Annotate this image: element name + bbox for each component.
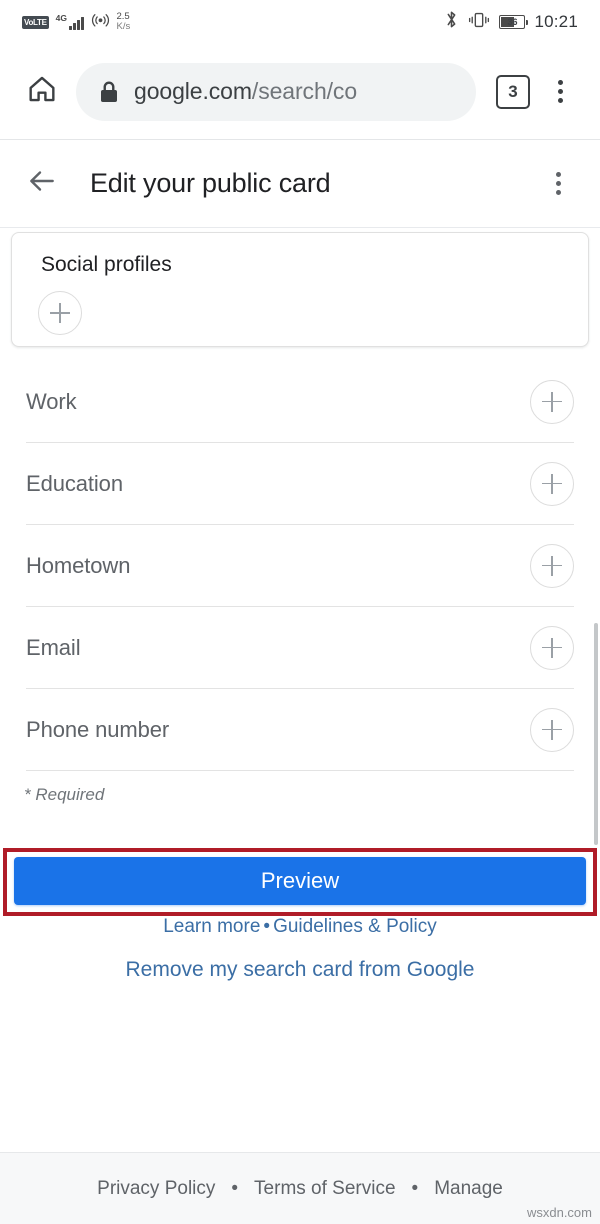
back-arrow-icon	[26, 165, 58, 202]
network-type-label: 4G	[55, 13, 67, 23]
manage-link[interactable]: Manage	[434, 1178, 503, 1200]
preview-button[interactable]: Preview	[14, 857, 586, 905]
plus-icon	[542, 719, 562, 740]
help-links-row: Learn more • Guidelines & Policy	[0, 916, 600, 938]
bluetooth-icon	[444, 10, 459, 34]
status-bar: VoLTE 4G 2.5 K/s 36 10:21	[0, 0, 600, 44]
social-profiles-card: Social profiles	[11, 232, 589, 347]
field-row-hometown[interactable]: Hometown	[26, 525, 574, 607]
add-education-button[interactable]	[530, 461, 574, 506]
plus-icon	[542, 391, 562, 412]
remove-search-card-link[interactable]: Remove my search card from Google	[0, 958, 600, 982]
network-speed-unit: K/s	[116, 21, 131, 32]
home-icon	[25, 72, 59, 111]
field-label: Email	[26, 634, 81, 660]
hotspot-icon	[91, 10, 110, 34]
url-domain: google.com	[134, 78, 252, 104]
field-label: Hometown	[26, 552, 131, 578]
tab-count-label: 3	[508, 81, 518, 101]
form-content: Social profiles Work Education Hometown …	[0, 228, 600, 1152]
field-row-education[interactable]: Education	[26, 443, 574, 525]
privacy-policy-link[interactable]: Privacy Policy	[97, 1178, 215, 1200]
add-phone-number-button[interactable]	[530, 707, 574, 752]
battery-icon: 36	[499, 15, 529, 29]
guidelines-policy-link[interactable]: Guidelines & Policy	[273, 916, 437, 937]
footer-separator: •	[231, 1177, 239, 1199]
footer-separator: •	[411, 1177, 419, 1199]
network-speed-indicator: 2.5 K/s	[117, 12, 131, 32]
add-email-button[interactable]	[530, 625, 574, 670]
required-note: * Required	[24, 785, 105, 804]
status-bar-right: 36 10:21	[444, 10, 578, 34]
field-list: Work Education Hometown Email Phone numb…	[0, 361, 600, 771]
watermark: wsxdn.com	[526, 1205, 592, 1220]
back-button[interactable]	[20, 162, 64, 206]
social-profiles-label: Social profiles	[41, 253, 172, 276]
field-row-phone-number[interactable]: Phone number	[26, 689, 574, 771]
page-footer: Privacy Policy • Terms of Service • Mana…	[0, 1152, 600, 1224]
field-row-work[interactable]: Work	[26, 361, 574, 443]
plus-icon	[50, 303, 70, 323]
status-bar-left: VoLTE 4G 2.5 K/s	[22, 10, 130, 34]
lock-icon	[98, 80, 120, 104]
status-bar-clock: 10:21	[534, 12, 578, 31]
volte-icon: VoLTE	[22, 15, 49, 29]
page-title: Edit your public card	[90, 168, 331, 198]
url-text: google.com/search/co	[134, 78, 357, 105]
browser-menu-button[interactable]	[538, 70, 582, 114]
page-scrollbar[interactable]	[594, 623, 598, 845]
field-label: Education	[26, 470, 123, 496]
terms-of-service-link[interactable]: Terms of Service	[254, 1178, 395, 1200]
home-button[interactable]	[18, 68, 66, 116]
page-header: Edit your public card	[0, 140, 600, 228]
url-path: /search/co	[251, 78, 358, 104]
field-row-email[interactable]: Email	[26, 607, 574, 689]
cellular-signal-icon: 4G	[56, 14, 84, 30]
plus-icon	[542, 637, 562, 658]
field-label: Phone number	[26, 716, 170, 742]
tab-switcher-button[interactable]: 3	[496, 74, 530, 109]
vibrate-icon	[468, 11, 490, 34]
battery-level-label: 36	[507, 17, 518, 27]
signal-bars	[69, 16, 84, 30]
page-menu-button[interactable]	[536, 162, 580, 206]
learn-more-link[interactable]: Learn more	[163, 916, 260, 937]
link-separator: •	[263, 916, 271, 937]
browser-toolbar: google.com/search/co 3	[0, 44, 600, 140]
add-social-profile-button[interactable]	[38, 291, 82, 335]
plus-icon	[542, 473, 562, 494]
overflow-menu-icon	[557, 80, 563, 85]
overflow-menu-icon	[555, 172, 561, 177]
field-label: Work	[26, 388, 77, 414]
phone-screen: VoLTE 4G 2.5 K/s 36 10:21 google.com/sea…	[0, 0, 600, 1224]
url-bar[interactable]: google.com/search/co	[76, 62, 476, 121]
add-hometown-button[interactable]	[530, 543, 574, 588]
plus-icon	[542, 555, 562, 576]
add-work-button[interactable]	[530, 379, 574, 424]
